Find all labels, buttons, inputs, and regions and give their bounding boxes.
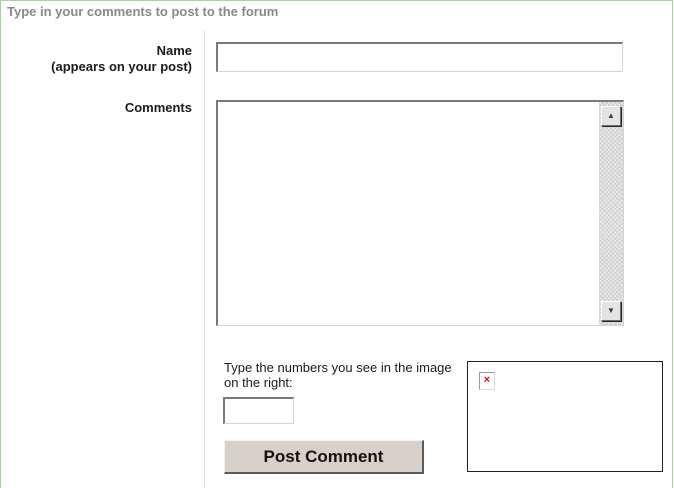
post-comment-button[interactable]: Post Comment (224, 440, 424, 474)
name-label-hint: (appears on your post) (51, 59, 192, 74)
scroll-up-icon[interactable]: ▲ (601, 106, 621, 126)
form-title: Type in your comments to post to the for… (7, 4, 279, 19)
captcha-input[interactable] (223, 397, 294, 424)
comments-scrollbar[interactable]: ▲ ▼ (599, 102, 623, 325)
name-input[interactable] (216, 42, 623, 72)
broken-image-icon: × (479, 372, 495, 390)
captcha-image-box: × (467, 361, 663, 472)
column-divider (204, 30, 205, 488)
comments-field: ▲ ▼ (216, 100, 624, 326)
captcha-instructions: Type the numbers you see in the image on… (224, 360, 452, 390)
name-label: Name (appears on your post) (51, 43, 192, 75)
comments-label: Comments (124, 100, 192, 115)
red-x-icon: × (483, 374, 491, 386)
scroll-down-icon[interactable]: ▼ (601, 301, 621, 321)
name-label-text: Name (156, 43, 192, 58)
comments-textarea[interactable] (218, 102, 599, 325)
